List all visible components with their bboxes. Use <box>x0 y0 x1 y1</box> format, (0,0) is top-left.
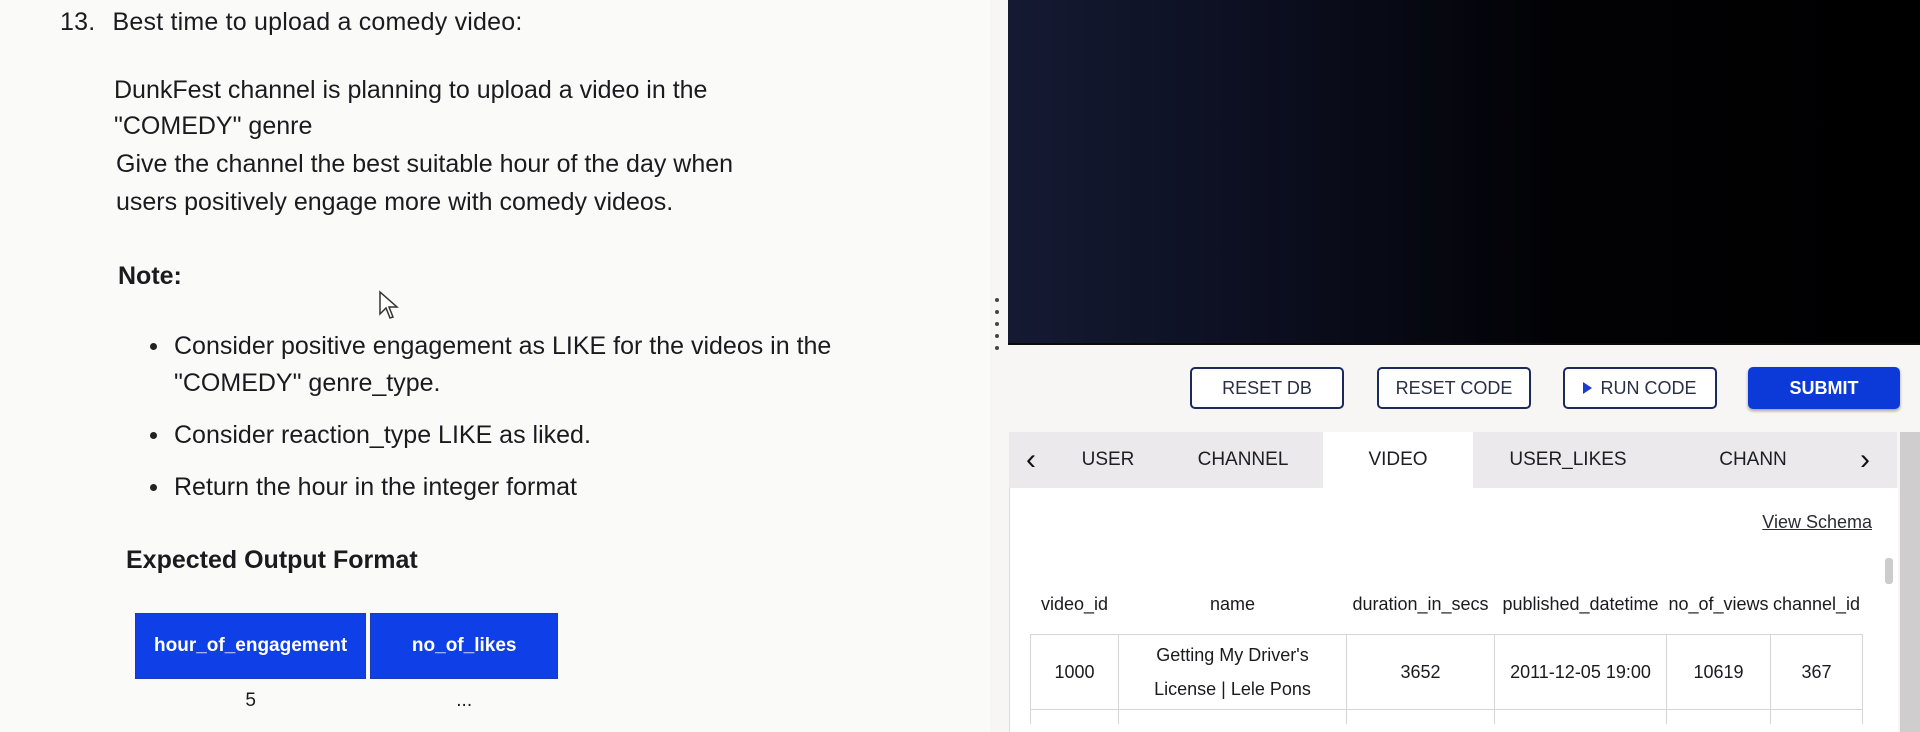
mouse-cursor-icon <box>379 290 399 319</box>
column-header: duration_in_secs <box>1352 593 1489 614</box>
run-code-label: RUN CODE <box>1600 377 1697 398</box>
expected-output-heading: Expected Output Format <box>126 546 418 574</box>
expected-output-cell: ... <box>456 690 473 711</box>
panel-resize-handle[interactable] <box>993 298 1001 358</box>
table-header-row: video_id name duration_in_secs published… <box>1031 584 1863 624</box>
table-cell: 10619 <box>1666 634 1771 710</box>
note-item: Return the hour in the integer format <box>150 469 850 506</box>
table-cell: 3652 <box>1346 634 1495 710</box>
chevron-right-icon[interactable]: › <box>1843 443 1887 477</box>
question-number: 13. <box>60 8 96 36</box>
video-table: video_id name duration_in_secs published… <box>1030 584 1863 724</box>
expected-output-column: hour_of_engagement <box>135 613 367 679</box>
column-header: no_of_views <box>1668 593 1769 614</box>
note-item: Consider reaction_type LIKE as liked. <box>150 417 850 454</box>
code-editor[interactable] <box>1008 0 1920 345</box>
view-schema-link[interactable]: View Schema <box>1762 512 1872 533</box>
page-scrollbar[interactable] <box>1900 432 1920 732</box>
table-cell: 367 <box>1770 634 1863 710</box>
tab-channel[interactable]: CHANNEL <box>1163 432 1323 488</box>
column-header: published_datetime <box>1502 593 1659 614</box>
table-cell: 2011-12-05 19:00 <box>1494 634 1667 710</box>
submit-button[interactable]: SUBMIT <box>1748 367 1900 409</box>
notes-list: Consider positive engagement as LIKE for… <box>150 328 850 521</box>
run-code-button[interactable]: RUN CODE <box>1563 367 1717 409</box>
description-line: Give the channel the best suitable hour … <box>116 150 734 178</box>
table-cell: 1000 <box>1030 634 1119 710</box>
tab-user[interactable]: USER <box>1053 432 1163 488</box>
description-line: "COMEDY" genre <box>114 112 313 140</box>
table-row: 1000 Getting My Driver's License | Lele … <box>1030 634 1863 710</box>
problem-panel: 13. Best time to upload a comedy video: … <box>0 0 990 732</box>
expected-output-column: no_of_likes <box>370 613 559 679</box>
tab-channel-truncated[interactable]: CHANN <box>1663 432 1843 488</box>
db-table-tabs: ‹ USER CHANNEL VIDEO USER_LIKES CHANN › <box>1009 432 1897 488</box>
description-line: users positively engage more with comedy… <box>116 188 674 216</box>
table-scrollbar-thumb[interactable] <box>1885 558 1893 584</box>
expected-output-cell: 5 <box>245 690 256 711</box>
note-heading: Note: <box>118 262 182 290</box>
table-row <box>1030 709 1863 724</box>
column-header: name <box>1209 593 1256 614</box>
reset-code-button[interactable]: RESET CODE <box>1377 367 1531 409</box>
question-title: 13. Best time to upload a comedy video: <box>60 8 523 37</box>
expected-output-table: hour_of_engagement no_of_likes 5 ... <box>131 613 562 723</box>
play-icon <box>1583 382 1593 394</box>
chevron-left-icon[interactable]: ‹ <box>1009 443 1053 477</box>
tab-user-likes[interactable]: USER_LIKES <box>1473 432 1663 488</box>
expected-output-row: 5 ... <box>135 679 558 723</box>
note-item: Consider positive engagement as LIKE for… <box>150 328 850 402</box>
tab-video[interactable]: VIDEO <box>1323 432 1473 488</box>
question-title-text: Best time to upload a comedy video: <box>112 8 523 36</box>
column-header: channel_id <box>1772 593 1861 614</box>
column-header: video_id <box>1040 593 1109 614</box>
table-cell: Getting My Driver's License | Lele Pons <box>1118 634 1347 710</box>
db-table-view: View Schema video_id name duration_in_se… <box>1009 488 1898 732</box>
reset-db-button[interactable]: RESET DB <box>1190 367 1344 409</box>
description-line: DunkFest channel is planning to upload a… <box>114 76 708 104</box>
